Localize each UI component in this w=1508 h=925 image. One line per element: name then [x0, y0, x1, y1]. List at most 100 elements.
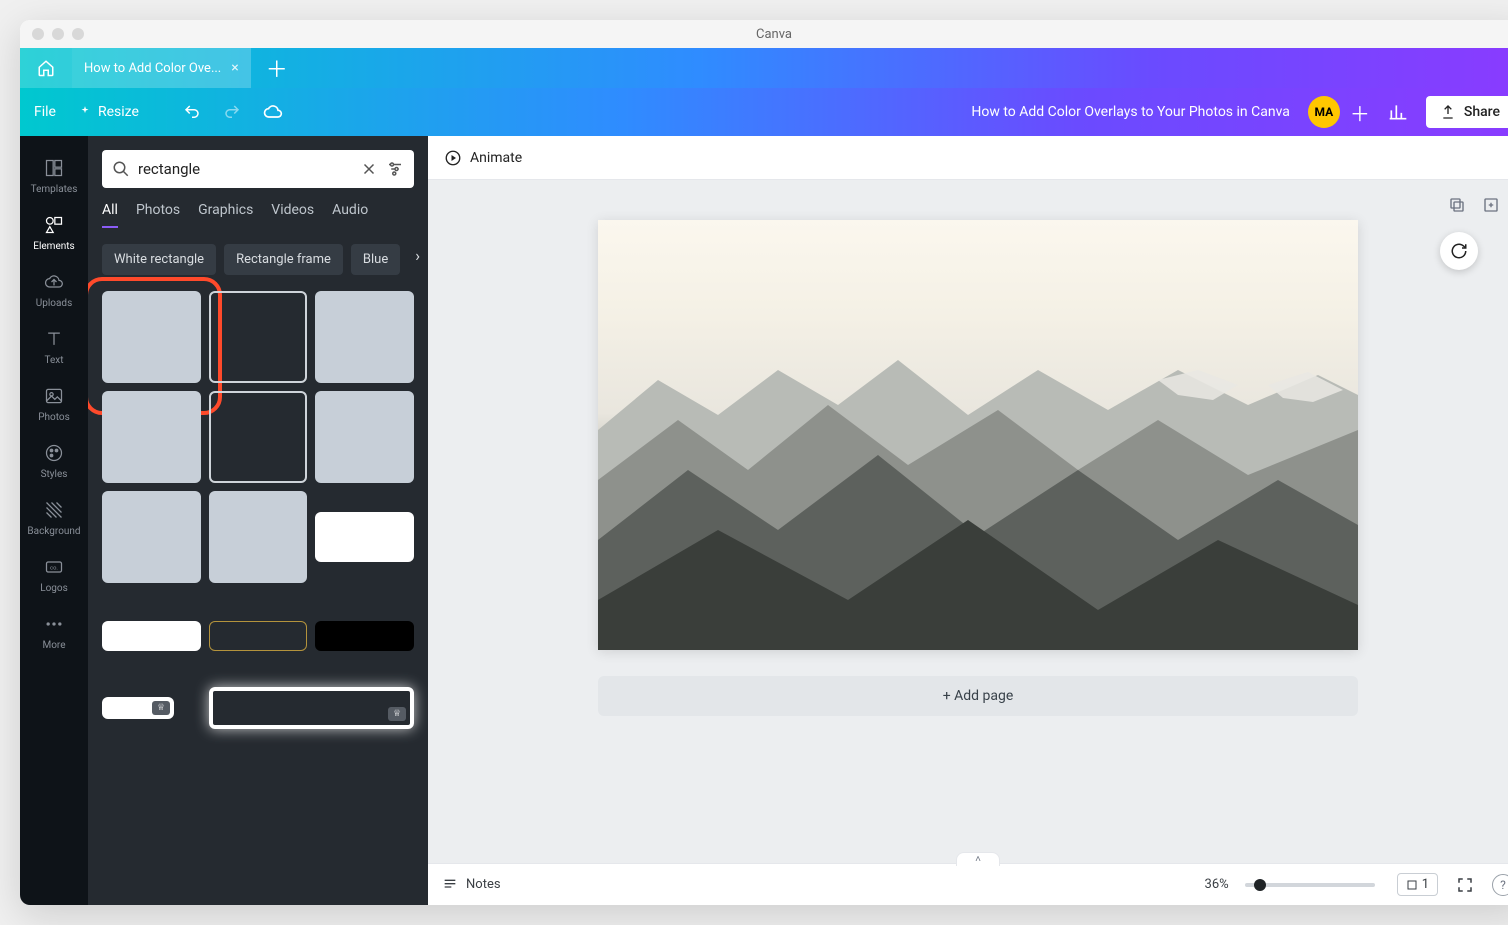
- rail-label: Elements: [33, 241, 74, 252]
- result-item[interactable]: [102, 621, 201, 651]
- panel-tab-photos[interactable]: Photos: [136, 202, 180, 228]
- result-item[interactable]: ♕: [102, 697, 174, 719]
- rail-item-text[interactable]: Text: [20, 319, 88, 376]
- more-icon: [44, 614, 64, 634]
- text-icon: [44, 329, 64, 349]
- chevron-right-icon[interactable]: ›: [415, 246, 420, 265]
- photos-icon: [44, 386, 64, 406]
- search-results: ♕ ♕: [88, 275, 428, 905]
- document-tab[interactable]: How to Add Color Ove... ×: [72, 48, 251, 88]
- share-label: Share: [1464, 104, 1500, 120]
- rail-item-more[interactable]: More: [20, 604, 88, 661]
- rail-item-photos[interactable]: Photos: [20, 376, 88, 433]
- animate-button[interactable]: Animate: [444, 149, 522, 167]
- elements-icon: [44, 215, 64, 235]
- document-tabbar: How to Add Color Ove... × ＋: [20, 48, 1508, 88]
- elements-panel: All Photos Graphics Videos Audio White r…: [88, 136, 428, 905]
- clear-search-icon[interactable]: [360, 160, 378, 178]
- premium-badge-icon: ♕: [388, 707, 406, 721]
- duplicate-page-icon[interactable]: [1448, 196, 1466, 214]
- rail-item-background[interactable]: Background: [20, 490, 88, 547]
- pill-rectangle-frame[interactable]: Rectangle frame: [224, 244, 343, 275]
- toolbar-left: File Resize: [34, 102, 283, 122]
- result-item[interactable]: [102, 291, 201, 383]
- rail-item-styles[interactable]: Styles: [20, 433, 88, 490]
- mountain-photo: [598, 220, 1358, 650]
- styles-icon: [44, 443, 64, 463]
- animate-icon: [444, 149, 462, 167]
- rail-item-elements[interactable]: Elements: [20, 205, 88, 262]
- rail-label: Photos: [38, 412, 70, 423]
- undo-icon[interactable]: [183, 103, 201, 121]
- rail-label: Logos: [40, 583, 68, 594]
- page-controls: [1448, 196, 1500, 214]
- app-body: Templates Elements Uploads Text Photos S…: [20, 136, 1508, 905]
- app-title: Canva: [756, 27, 792, 42]
- insights-icon[interactable]: [1388, 102, 1408, 122]
- suggestion-pills: White rectangle Rectangle frame Blue ›: [88, 228, 428, 275]
- traffic-lights: [32, 28, 84, 40]
- panel-tab-audio[interactable]: Audio: [332, 202, 368, 228]
- new-tab-button[interactable]: ＋: [251, 48, 303, 88]
- rail-label: Templates: [31, 184, 78, 195]
- panel-tab-videos[interactable]: Videos: [271, 202, 314, 228]
- rail-label: More: [42, 640, 65, 651]
- pill-white-rectangle[interactable]: White rectangle: [102, 244, 216, 275]
- svg-text:co.: co.: [50, 566, 58, 572]
- document-tab-label: How to Add Color Ove...: [84, 61, 221, 76]
- result-item[interactable]: [102, 491, 201, 583]
- rail-label: Text: [44, 355, 63, 366]
- minimize-window-button[interactable]: [52, 28, 64, 40]
- search-input[interactable]: [138, 160, 352, 178]
- side-rail: Templates Elements Uploads Text Photos S…: [20, 136, 88, 905]
- upload-icon: [1440, 104, 1456, 120]
- add-collaborator-button[interactable]: ＋: [1350, 98, 1370, 127]
- expand-timeline-button[interactable]: ˄: [956, 852, 1000, 866]
- result-item[interactable]: [315, 291, 414, 383]
- home-tab[interactable]: [20, 48, 72, 88]
- add-page-button[interactable]: + Add page: [598, 676, 1358, 716]
- templates-icon: [44, 158, 64, 178]
- close-tab-icon[interactable]: ×: [231, 60, 238, 76]
- maximize-window-button[interactable]: [72, 28, 84, 40]
- add-page-icon[interactable]: [1482, 196, 1500, 214]
- panel-tab-graphics[interactable]: Graphics: [198, 202, 253, 228]
- result-item[interactable]: [315, 621, 414, 651]
- filter-icon[interactable]: [386, 160, 404, 178]
- result-item[interactable]: [209, 621, 308, 651]
- main-toolbar: File Resize How to Add Color Overlays to…: [20, 88, 1508, 136]
- resize-button[interactable]: Resize: [78, 104, 139, 120]
- app-window: Canva How to Add Color Ove... × ＋ File R…: [20, 20, 1508, 905]
- rail-item-uploads[interactable]: Uploads: [20, 262, 88, 319]
- avatar[interactable]: MA: [1308, 96, 1340, 128]
- home-icon: [37, 59, 55, 77]
- result-item[interactable]: [315, 512, 414, 562]
- cloud-sync-icon[interactable]: [263, 102, 283, 122]
- redo-icon[interactable]: [223, 103, 241, 121]
- result-item[interactable]: [102, 391, 201, 483]
- file-menu[interactable]: File: [34, 104, 56, 120]
- animate-label: Animate: [470, 150, 522, 166]
- panel-tab-all[interactable]: All: [102, 202, 118, 228]
- rail-label: Background: [27, 526, 80, 537]
- uploads-icon: [44, 272, 64, 292]
- sparkle-icon: [78, 105, 92, 119]
- document-title[interactable]: How to Add Color Overlays to Your Photos…: [971, 104, 1290, 120]
- titlebar: Canva: [20, 20, 1508, 48]
- share-button[interactable]: Share: [1426, 96, 1508, 128]
- result-item[interactable]: [315, 391, 414, 483]
- rail-item-logos[interactable]: co. Logos: [20, 547, 88, 604]
- stage[interactable]: + Add page: [428, 180, 1508, 863]
- close-window-button[interactable]: [32, 28, 44, 40]
- logos-icon: co.: [44, 557, 64, 577]
- result-item[interactable]: [209, 491, 308, 583]
- result-item[interactable]: ♕: [209, 687, 414, 729]
- canvas-area: Animate: [428, 136, 1508, 905]
- result-item[interactable]: [209, 391, 308, 483]
- canvas-page[interactable]: [598, 220, 1358, 650]
- result-item[interactable]: [209, 291, 308, 383]
- regenerate-button[interactable]: [1440, 232, 1478, 270]
- background-icon: [44, 500, 64, 520]
- rail-item-templates[interactable]: Templates: [20, 148, 88, 205]
- pill-blue[interactable]: Blue: [351, 244, 400, 275]
